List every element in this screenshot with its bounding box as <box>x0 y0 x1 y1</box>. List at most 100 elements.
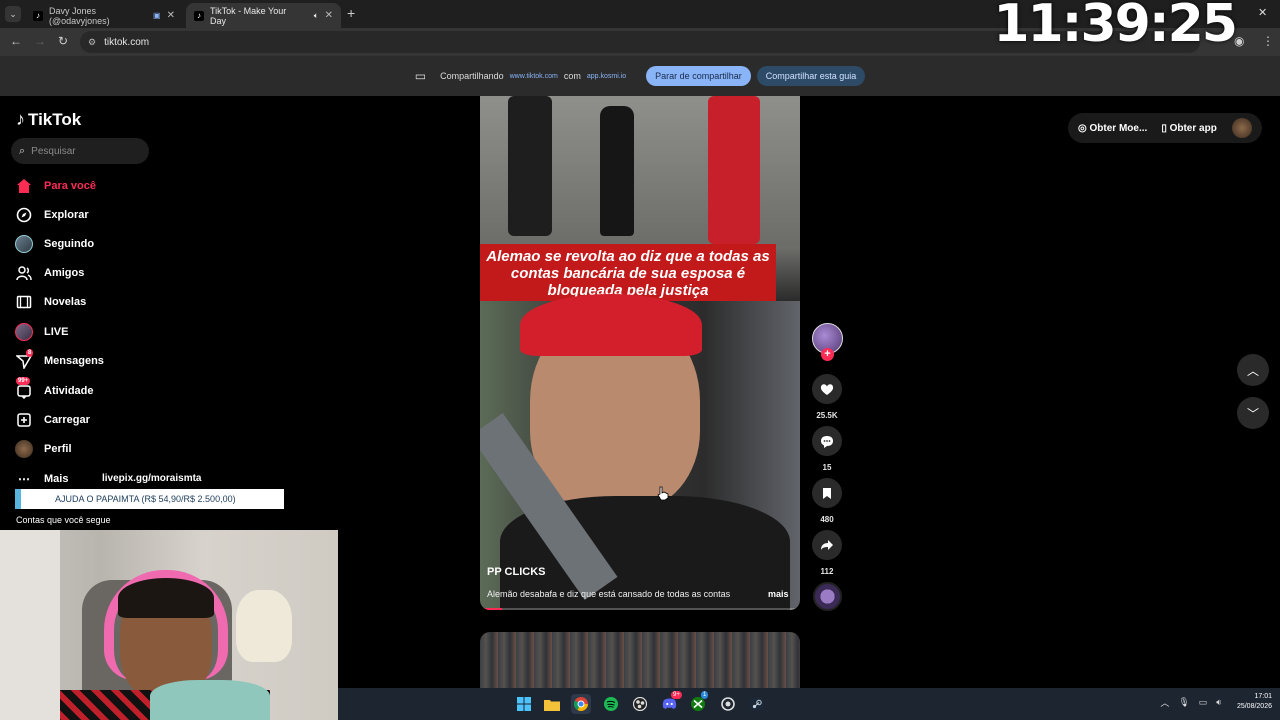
tiktok-logo[interactable]: ♪ TikTok <box>16 109 81 130</box>
app-ring-icon[interactable] <box>718 694 738 714</box>
chevron-up-icon: ︿ <box>1246 363 1259 378</box>
tab-search-button[interactable]: ⌄ <box>5 6 21 22</box>
red-cap <box>520 294 702 356</box>
sidebar-item-explorar[interactable]: Explorar <box>14 204 89 226</box>
sidebar-item-amigos[interactable]: Amigos <box>14 262 84 284</box>
donation-goal-bar: AJUDA O PAPAIMTA (R$ 54,90/R$ 2.500,00) <box>15 489 284 509</box>
sidebar-item-mais[interactable]: ⋯ Mais <box>14 468 68 490</box>
streamer-webcam <box>0 530 338 720</box>
obs-icon[interactable] <box>630 694 650 714</box>
discord-icon[interactable]: 9+ <box>659 691 682 714</box>
sidebar-item-atividade[interactable]: 99+ Atividade <box>14 377 94 402</box>
get-coins-button[interactable]: ◎ Obter Moe... <box>1078 123 1147 134</box>
inbox-icon: 99+ <box>14 377 34 401</box>
close-tab-icon[interactable]: ✕ <box>167 10 175 21</box>
stop-sharing-button[interactable]: Parar de compartilhar <box>646 66 751 86</box>
windows-start-icon[interactable] <box>514 694 534 714</box>
menu-icon[interactable]: ⋮ <box>1262 34 1274 48</box>
next-video-button[interactable]: ﹀ <box>1237 397 1269 429</box>
share-arrow-icon[interactable] <box>812 530 842 560</box>
video-progress-bar[interactable] <box>480 608 800 610</box>
more-link[interactable]: mais <box>768 589 789 599</box>
speaker-icon: 🔈︎ <box>313 10 319 20</box>
share-count: 112 <box>820 567 834 576</box>
network-icon[interactable]: ▭ <box>1199 697 1208 708</box>
comment-count: 15 <box>822 463 832 472</box>
sidebar-item-novelas[interactable]: Novelas <box>14 291 86 313</box>
comment-action[interactable]: 15 <box>812 426 842 472</box>
taskbar-date: 25/08/2026 <box>1236 703 1272 710</box>
search-placeholder: Pesquisar <box>31 145 76 157</box>
taskbar-clock[interactable]: 17:01 25/08/2026 <box>1237 692 1272 712</box>
send-icon: 8 <box>14 349 34 371</box>
volume-icon[interactable]: 🔉︎ <box>1216 697 1222 708</box>
sidebar-item-live[interactable]: LIVE <box>14 321 68 343</box>
following-avatar-icon <box>14 234 34 254</box>
comment-icon[interactable] <box>812 426 842 456</box>
sidebar-item-carregar[interactable]: Carregar <box>14 409 90 431</box>
save-count: 480 <box>820 515 834 524</box>
close-tab-icon[interactable]: ✕ <box>325 10 333 21</box>
discord-badge: 9+ <box>671 691 682 699</box>
reload-icon[interactable]: ↻ <box>58 34 68 48</box>
window-close-icon[interactable]: ✕ <box>1258 6 1267 19</box>
like-action[interactable]: 25.5K <box>812 374 842 420</box>
sidebar-item-label: Mais <box>44 473 69 485</box>
sidebar-item-seguindo[interactable]: Seguindo <box>14 233 94 255</box>
following-accounts-heading: Contas que você segue <box>16 515 111 525</box>
video-description: Alemão desabafa e diz que está cansado d… <box>487 589 731 599</box>
site-info-icon[interactable]: ⚙︎ <box>88 37 96 48</box>
sidebar-item-mensagens[interactable]: 8 Mensagens <box>14 349 104 372</box>
shared-site: www.tiktok.com <box>509 72 558 80</box>
hand-cursor-icon <box>657 486 669 506</box>
tiktok-favicon-icon: ♪ <box>194 10 204 21</box>
taskbar-time: 17:01 <box>1254 693 1272 700</box>
sidebar-item-para-voce[interactable]: Para você <box>14 175 96 197</box>
woman-red-coat <box>708 96 760 244</box>
phone-icon: ▯ <box>1161 122 1170 134</box>
upload-icon <box>14 410 34 430</box>
xbox-icon[interactable]: 1 <box>688 691 709 714</box>
save-action[interactable]: 480 <box>812 478 842 524</box>
new-tab-button[interactable]: + <box>347 5 355 21</box>
get-app-button[interactable]: ▯ Obter app <box>1161 123 1217 134</box>
tab-davy-jones[interactable]: ♪ Davy Jones (@odavyjones) ▣ ✕ <box>25 3 183 28</box>
share-this-tab-button[interactable]: Compartilhar esta guia <box>756 66 866 86</box>
chevron-down-icon: ﹀ <box>1246 406 1259 421</box>
spotify-icon[interactable] <box>601 694 621 714</box>
tray-chevron-icon[interactable]: ︿ <box>1160 696 1169 709</box>
search-input[interactable]: ⌕ Pesquisar <box>11 138 149 164</box>
sidebar-item-perfil[interactable]: Perfil <box>14 438 72 460</box>
tiktok-note-icon: ♪ <box>16 109 25 129</box>
share-action[interactable]: 112 <box>812 530 842 576</box>
sidebar-item-label: Perfil <box>44 443 72 455</box>
video-author[interactable]: PP CLICKS <box>487 566 545 578</box>
livepix-overlay: livepix.gg/moraismta <box>102 473 202 484</box>
steam-icon[interactable] <box>747 694 767 714</box>
follow-plus-icon[interactable]: + <box>821 348 834 361</box>
video-player[interactable]: Alemao se revolta ao diz que a todas as … <box>480 96 800 610</box>
chrome-icon[interactable] <box>571 694 591 714</box>
music-disc-icon[interactable] <box>813 582 842 611</box>
tab-title: Davy Jones (@odavyjones) <box>49 5 110 26</box>
sidebar-item-label: Mensagens <box>44 355 104 367</box>
back-icon[interactable]: ← <box>10 34 22 48</box>
sidebar-item-label: Seguindo <box>44 238 95 250</box>
tab-tiktok[interactable]: ♪ TikTok - Make Your Day 🔈︎ ✕ <box>186 3 341 28</box>
next-video-preview[interactable] <box>480 632 800 690</box>
forward-icon[interactable]: → <box>34 34 46 48</box>
more-icon: ⋯ <box>18 472 30 486</box>
heart-icon[interactable] <box>812 374 842 404</box>
bookmark-icon[interactable] <box>812 478 842 508</box>
previous-video-button[interactable]: ︿ <box>1237 354 1269 386</box>
friends-icon <box>14 263 34 283</box>
profile-avatar-icon <box>14 439 34 459</box>
share-label: Compartilhando <box>440 71 504 81</box>
profile-avatar[interactable] <box>1232 118 1252 138</box>
logo-text: TikTok <box>28 109 82 129</box>
file-explorer-icon[interactable] <box>542 694 562 714</box>
microphone-icon[interactable]: 🎙︎ <box>1178 697 1189 708</box>
get-coins-label: Obter Moe... <box>1089 122 1148 134</box>
xbox-badge: 1 <box>701 691 709 699</box>
streamer-hair <box>118 578 214 618</box>
